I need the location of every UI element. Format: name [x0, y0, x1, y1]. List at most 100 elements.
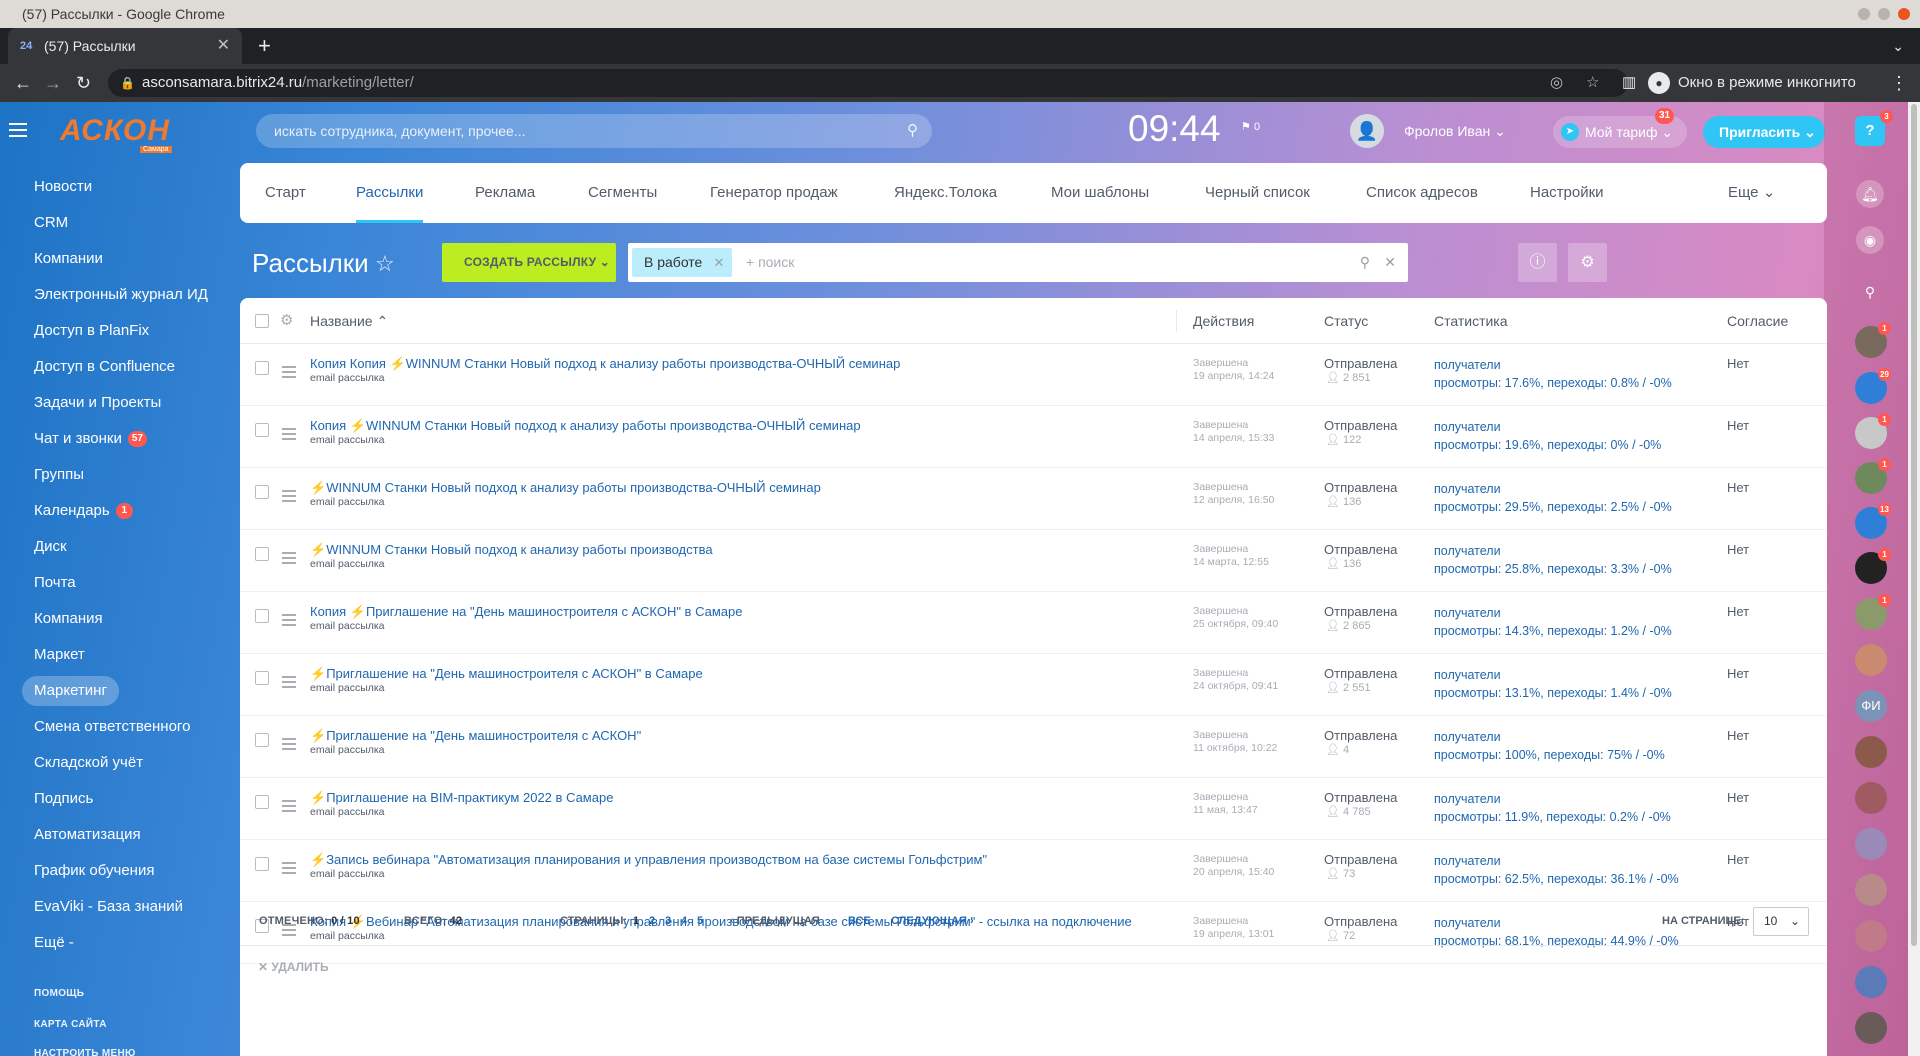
row-actions-menu-icon[interactable] — [282, 490, 296, 505]
row-actions-menu-icon[interactable] — [282, 862, 296, 877]
page-link-current[interactable]: 1 — [633, 896, 639, 946]
mailing-name-link[interactable]: ⚡Запись вебинара "Автоматизация планиров… — [310, 852, 987, 868]
filter-search-input[interactable]: В работе ✕ + поиск ⚲ ✕ — [628, 243, 1408, 282]
favorite-star-icon[interactable]: ☆ — [375, 252, 395, 276]
chat-avatar[interactable]: 1 — [1855, 458, 1891, 494]
page-link[interactable]: 3 — [665, 896, 671, 946]
mailing-name-link[interactable]: Копия Копия ⚡WINNUM Станки Новый подход … — [310, 356, 900, 372]
clock[interactable]: 09:44 — [1128, 106, 1221, 152]
column-header-stats[interactable]: Статистика — [1434, 298, 1508, 344]
row-checkbox[interactable] — [255, 423, 269, 437]
stats-link[interactable]: просмотры: 13.1%, переходы: 1.4% / -0% — [1434, 684, 1672, 702]
nav-item[interactable]: Настройки — [1530, 163, 1604, 223]
table-row[interactable]: ⚡WINNUM Станки Новый подход к анализу ра… — [240, 468, 1827, 530]
row-checkbox[interactable] — [255, 671, 269, 685]
new-tab-icon[interactable]: + — [258, 28, 271, 64]
back-icon[interactable]: ← — [14, 64, 32, 102]
side-panel-icon[interactable]: ▥ — [1622, 64, 1636, 102]
row-actions-menu-icon[interactable] — [282, 738, 296, 753]
nav-item[interactable]: Реклама — [475, 163, 535, 223]
column-settings-gear-icon[interactable]: ⚙ — [280, 298, 293, 344]
help-link[interactable]: ПОМОЩЬ — [34, 988, 84, 999]
chat-avatar[interactable] — [1855, 736, 1887, 768]
row-checkbox[interactable] — [255, 361, 269, 375]
column-header-consent[interactable]: Согласие — [1727, 298, 1788, 344]
chat-avatar[interactable] — [1855, 966, 1887, 998]
sidebar-item-more[interactable]: Ещё - — [22, 928, 86, 958]
nav-item[interactable]: Список адресов — [1366, 163, 1478, 223]
row-checkbox[interactable] — [255, 733, 269, 747]
create-mailing-button[interactable]: СОЗДАТЬ РАССЫЛКУ ⌄ — [442, 243, 616, 282]
sidebar-item[interactable]: Группы — [22, 460, 96, 490]
recipients-link[interactable]: получатели — [1434, 604, 1672, 622]
row-actions-menu-icon[interactable] — [282, 428, 296, 443]
sidebar-item[interactable]: Складской учёт — [22, 748, 155, 778]
incognito-indicator[interactable]: ● Окно в режиме инкогнито — [1648, 64, 1856, 102]
recipients-link[interactable]: получатели — [1434, 728, 1665, 746]
recipients-link[interactable]: получатели — [1434, 790, 1671, 808]
mailing-name-link[interactable]: Копия ⚡WINNUM Станки Новый подход к анал… — [310, 418, 861, 434]
table-row[interactable]: Копия ⚡Приглашение на "День машиностроит… — [240, 592, 1827, 654]
forward-icon[interactable]: → — [44, 64, 62, 102]
next-page-link[interactable]: СЛЕДУЮЩАЯ › — [891, 896, 974, 946]
sidebar-item[interactable]: График обучения — [22, 856, 166, 886]
row-checkbox[interactable] — [255, 857, 269, 871]
table-row[interactable]: ⚡WINNUM Станки Новый подход к анализу ра… — [240, 530, 1827, 592]
sitemap-link[interactable]: КАРТА САЙТА — [34, 1019, 107, 1030]
mailing-name-link[interactable]: ⚡WINNUM Станки Новый подход к анализу ра… — [310, 480, 821, 496]
mailing-name-link[interactable]: ⚡Приглашение на "День машиностроителя с … — [310, 728, 641, 744]
table-row[interactable]: ⚡Приглашение на "День машиностроителя с … — [240, 654, 1827, 716]
scrollbar-thumb[interactable] — [1911, 104, 1917, 946]
mailing-name-link[interactable]: ⚡Приглашение на BIM-практикум 2022 в Сам… — [310, 790, 613, 806]
chat-avatar[interactable] — [1855, 920, 1887, 952]
row-checkbox[interactable] — [255, 609, 269, 623]
chat-avatar[interactable] — [1855, 874, 1887, 906]
sidebar-item[interactable]: Автоматизация — [22, 820, 153, 850]
tab-search-icon[interactable]: ⌄ — [1892, 28, 1904, 64]
chat-avatar[interactable] — [1855, 828, 1887, 860]
table-row[interactable]: ⚡Приглашение на BIM-практикум 2022 в Сам… — [240, 778, 1827, 840]
row-actions-menu-icon[interactable] — [282, 366, 296, 381]
recipients-link[interactable]: получатели — [1434, 542, 1672, 560]
recipients-link[interactable]: получатели — [1434, 356, 1672, 374]
sidebar-item[interactable]: Электронный журнал ИД — [22, 280, 220, 310]
recipients-link[interactable]: получатели — [1434, 418, 1661, 436]
row-checkbox[interactable] — [255, 795, 269, 809]
sidebar-item[interactable]: Новости — [22, 172, 104, 202]
stats-link[interactable]: просмотры: 19.6%, переходы: 0% / -0% — [1434, 436, 1661, 454]
recipients-link[interactable]: получатели — [1434, 852, 1679, 870]
filter-tag[interactable]: В работе ✕ — [632, 248, 733, 277]
chat-avatar[interactable] — [1855, 644, 1887, 676]
row-actions-menu-icon[interactable] — [282, 552, 296, 567]
stats-link[interactable]: просмотры: 62.5%, переходы: 36.1% / -0% — [1434, 870, 1679, 888]
sidebar-item[interactable]: Смена ответственного — [22, 712, 202, 742]
sidebar-item[interactable]: Чат и звонки 57 — [22, 424, 159, 454]
sidebar-item[interactable]: Диск — [22, 532, 79, 562]
sidebar-item[interactable]: CRM — [22, 208, 80, 238]
row-actions-menu-icon[interactable] — [282, 676, 296, 691]
chat-avatar[interactable]: 1 — [1855, 322, 1891, 358]
nav-item[interactable]: Сегменты — [588, 163, 657, 223]
search-icon[interactable]: ⚲ — [1856, 278, 1884, 306]
info-button[interactable]: ⓘ — [1518, 243, 1557, 282]
select-all-checkbox[interactable] — [255, 314, 269, 328]
invite-button[interactable]: Пригласить ⌄ — [1703, 116, 1825, 148]
clear-filter-icon[interactable]: ✕ — [1384, 243, 1396, 282]
chat-avatar[interactable]: 1 — [1855, 594, 1891, 630]
global-search-input[interactable]: искать сотрудника, документ, прочее... ⚲ — [256, 114, 932, 148]
mailing-name-link[interactable]: Копия ⚡Приглашение на "День машиностроит… — [310, 604, 742, 620]
table-row[interactable]: ⚡Запись вебинара "Автоматизация планиров… — [240, 840, 1827, 902]
row-checkbox[interactable] — [255, 485, 269, 499]
all-pages-link[interactable]: ВСЕ — [848, 896, 871, 946]
stats-link[interactable]: просмотры: 29.5%, переходы: 2.5% / -0% — [1434, 498, 1672, 516]
sidebar-item-active[interactable]: Маркетинг — [22, 676, 119, 706]
tracking-blocked-icon[interactable]: ◎ — [1550, 69, 1563, 97]
nav-item[interactable]: Генератор продаж — [710, 163, 838, 223]
sidebar-item[interactable]: Календарь 1 — [22, 496, 145, 526]
row-actions-menu-icon[interactable] — [282, 800, 296, 815]
close-tab-icon[interactable]: ✕ — [217, 28, 230, 64]
table-row[interactable]: Копия ⚡WINNUM Станки Новый подход к анал… — [240, 406, 1827, 468]
delete-button[interactable]: ✕ УДАЛИТЬ — [258, 960, 329, 974]
sidebar-item[interactable]: Подпись — [22, 784, 105, 814]
nav-item[interactable]: Черный список — [1205, 163, 1310, 223]
